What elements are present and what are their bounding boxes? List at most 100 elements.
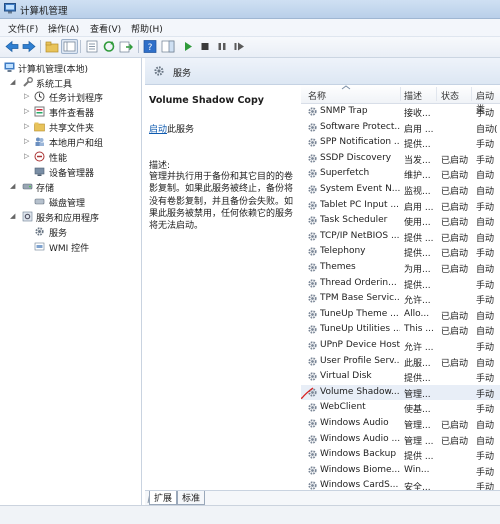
service-row[interactable]: System Event N... 监视... 已启动 自动 — [301, 182, 500, 197]
column-header-row: 名称 描述 状态 启动类 — [301, 85, 500, 115]
menu-action[interactable]: 操作(A) — [48, 22, 79, 35]
service-name: Windows Biome... — [320, 464, 400, 475]
service-row[interactable]: TPM Base Servic... 允许... 手动 — [301, 291, 500, 306]
service-row[interactable]: Tablet PC Input ... 启用 ... 已启动 手动 — [301, 198, 500, 213]
expanded-arrow-icon[interactable]: ◢ — [10, 212, 15, 220]
service-startup-type: 自动 — [476, 327, 495, 338]
document-icon — [86, 40, 98, 53]
service-description: 为用... — [404, 265, 431, 275]
tab-standard[interactable]: 标准 — [177, 491, 206, 505]
help-button[interactable]: ? — [142, 39, 158, 54]
forward-button[interactable] — [21, 39, 37, 54]
expanded-arrow-icon[interactable]: ◢ — [10, 78, 15, 86]
service-status: 已启动 — [441, 202, 469, 213]
column-status[interactable]: 状态 — [441, 89, 459, 102]
service-description: 启用 ... — [404, 202, 434, 213]
service-row[interactable]: Windows Audio ... 管理 ... 已启动 自动 — [301, 432, 500, 447]
service-row[interactable]: TuneUp Utilities ... This ... 已启动 自动 — [301, 322, 500, 337]
service-row[interactable]: SPP Notification ... 提供... 手动 — [301, 135, 500, 150]
service-name: User Profile Serv... — [320, 355, 400, 366]
service-description: 使用... — [404, 218, 431, 229]
tools-icon — [23, 77, 33, 87]
service-description: 管理... — [404, 389, 431, 400]
service-row[interactable]: Virtual Disk 提供... 手动 — [301, 369, 500, 384]
service-gear-icon — [308, 481, 317, 490]
service-startup-type: 手动 — [476, 343, 495, 353]
services-list: 名称 描述 状态 启动类 SNMP Trap 接收... 手动 Software Pr… — [301, 85, 500, 490]
service-row[interactable]: Windows Biome... Win... 手动 — [301, 463, 500, 478]
collapsed-arrow-icon[interactable]: ▷ — [24, 137, 29, 145]
sort-arrow-icon — [341, 85, 351, 90]
service-row[interactable]: TuneUp Theme ... Allo... 已启动 自动 — [301, 307, 500, 322]
collapsed-arrow-icon[interactable]: ▷ — [24, 122, 29, 130]
service-startup-type: 手动 — [476, 467, 495, 478]
service-description: 管理并执行用于备份和其它目的的卷影复制。如果此服务被终止，备份将没有卷影复制，并… — [149, 172, 294, 232]
service-row[interactable]: UPnP Device Host 允许 ... 手动 — [301, 338, 500, 353]
column-description[interactable]: 描述 — [404, 89, 422, 102]
computer-management-icon — [4, 62, 15, 72]
refresh-button[interactable] — [101, 39, 117, 54]
service-row[interactable]: Thread Orderin... 提供... 手动 — [301, 276, 500, 291]
start-service-link[interactable]: 启动 — [149, 125, 167, 135]
service-description: 允许... — [404, 296, 431, 307]
service-startup-type: 自动 — [476, 233, 495, 244]
service-description: 管理... — [404, 421, 431, 431]
service-row[interactable]: Windows Audio 管理... 已启动 自动 — [301, 416, 500, 431]
service-gear-icon — [308, 138, 317, 147]
service-startup-type: 自动 — [476, 311, 495, 322]
up-level-button[interactable] — [44, 39, 60, 54]
menu-view[interactable]: 查看(V) — [90, 22, 121, 35]
service-row[interactable]: Volume Shadow... 管理... 手动 — [301, 384, 500, 400]
collapsed-arrow-icon[interactable]: ▷ — [24, 152, 29, 160]
show-pane-button[interactable] — [160, 39, 176, 54]
service-gear-icon — [308, 216, 317, 225]
service-row[interactable]: Telephony 提供... 已启动 手动 — [301, 244, 500, 259]
service-row[interactable]: SSDP Discovery 当发... 已启动 手动 — [301, 151, 500, 166]
folder-up-icon — [45, 41, 59, 53]
service-gear-icon — [308, 372, 317, 381]
stop-service-button[interactable] — [197, 39, 213, 54]
service-name: TuneUp Theme ... — [320, 308, 399, 319]
column-name[interactable]: 名称 — [308, 89, 326, 102]
description-label: 描述: — [149, 161, 171, 171]
export-list-button[interactable] — [118, 39, 134, 54]
storage-icon — [22, 183, 33, 190]
forward-arrow-icon — [22, 40, 36, 53]
service-startup-type: 手动 — [476, 296, 495, 307]
services-apps-icon — [22, 211, 33, 222]
service-startup-type: 手动 — [476, 389, 495, 400]
service-row[interactable]: SNMP Trap 接收... 手动 — [301, 104, 500, 119]
restart-service-button[interactable] — [231, 39, 247, 54]
service-row[interactable]: Windows CardS... 安全... 手动 — [301, 478, 500, 490]
service-row[interactable]: Task Scheduler 使用... 已启动 自动 — [301, 213, 500, 228]
menu-help[interactable]: 帮助(H) — [131, 22, 163, 35]
service-row[interactable]: Windows Backup 提供 ... 手动 — [301, 447, 500, 462]
service-description: 监视... — [404, 187, 431, 197]
service-startup-type: 手动 — [476, 249, 495, 260]
service-gear-icon — [308, 325, 317, 334]
back-button[interactable] — [4, 39, 20, 54]
service-startup-type: 手动 — [476, 280, 495, 291]
show-hide-tree-button[interactable] — [61, 39, 78, 54]
properties-button[interactable] — [84, 39, 100, 54]
service-name: Windows Backup — [320, 449, 397, 460]
service-name: Software Protect... — [320, 121, 400, 132]
service-row[interactable]: Software Protect... 启用 ... 自动( — [301, 120, 500, 135]
service-startup-type: 手动 — [476, 140, 495, 151]
collapsed-arrow-icon[interactable]: ▷ — [24, 92, 29, 100]
service-row[interactable]: TCP/IP NetBIOS ... 提供 ... 已启动 自动 — [301, 229, 500, 244]
menu-file[interactable]: 文件(F) — [8, 22, 38, 35]
service-row[interactable]: Superfetch 维护... 已启动 自动 — [301, 166, 500, 181]
expanded-arrow-icon[interactable]: ◢ — [10, 182, 15, 190]
service-status: 已启动 — [441, 311, 469, 322]
service-name: TPM Base Servic... — [320, 293, 400, 304]
service-row[interactable]: WebClient 使基... 手动 — [301, 400, 500, 415]
collapsed-arrow-icon[interactable]: ▷ — [24, 107, 29, 115]
pause-service-button[interactable] — [214, 39, 230, 54]
start-service-button[interactable] — [180, 39, 196, 54]
service-row[interactable]: Themes 为用... 已启动 自动 — [301, 260, 500, 275]
tab-extended[interactable]: 扩展 — [149, 491, 178, 505]
pause-icon — [218, 43, 226, 50]
gear-icon — [35, 227, 44, 236]
service-row[interactable]: User Profile Serv... 此服... 已启动 自动 — [301, 354, 500, 369]
